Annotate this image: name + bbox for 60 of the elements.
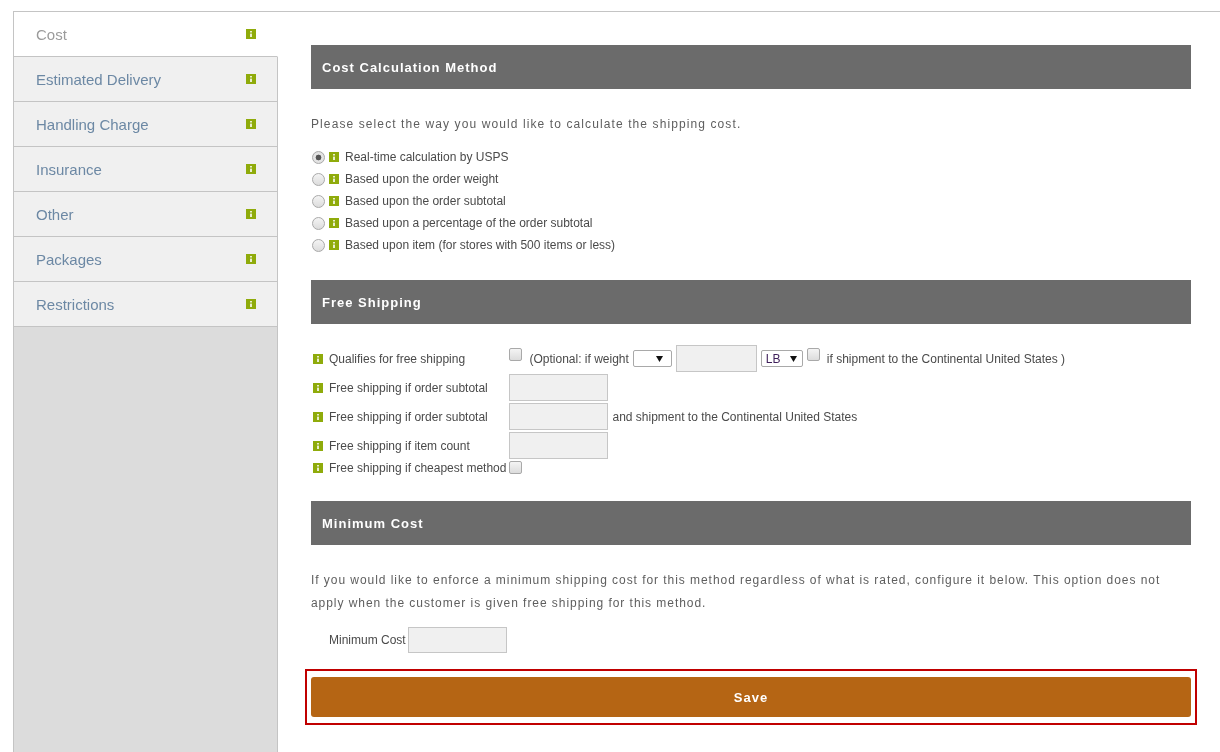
field-label: Minimum Cost bbox=[329, 633, 406, 647]
sidebar-tab[interactable]: Handling Charge bbox=[14, 102, 278, 147]
info-icon[interactable] bbox=[246, 119, 256, 129]
sidebar-tab[interactable]: Estimated Delivery bbox=[14, 57, 278, 102]
checkbox[interactable] bbox=[806, 348, 820, 361]
info-icon[interactable] bbox=[329, 152, 339, 162]
field-label: Free shipping if cheapest method bbox=[329, 461, 507, 475]
info-icon[interactable] bbox=[246, 254, 256, 264]
checkbox[interactable] bbox=[509, 348, 523, 361]
info-icon[interactable] bbox=[246, 29, 256, 39]
info-icon[interactable] bbox=[313, 411, 323, 422]
instruction-text: Please select the way you would like to calculate the shipping cost. bbox=[311, 116, 743, 132]
info-icon[interactable] bbox=[329, 240, 339, 250]
option-label: Real-time calculation by USPS bbox=[345, 150, 509, 164]
text-field[interactable] bbox=[509, 403, 609, 430]
option-label: Based upon the order weight bbox=[345, 172, 499, 186]
option-label: Based upon the order subtotal bbox=[345, 194, 506, 208]
info-icon[interactable] bbox=[313, 463, 323, 473]
radio-button[interactable] bbox=[312, 150, 325, 164]
section-title: Cost Calculation Method bbox=[322, 59, 498, 75]
info-icon[interactable] bbox=[313, 353, 323, 364]
section-title: Free Shipping bbox=[322, 294, 422, 310]
info-icon[interactable] bbox=[329, 196, 339, 206]
text-field[interactable] bbox=[509, 374, 609, 401]
radio-button[interactable] bbox=[312, 238, 325, 252]
field-label: Free shipping if item count bbox=[329, 438, 470, 453]
info-icon[interactable] bbox=[246, 299, 256, 309]
dropdown[interactable] bbox=[632, 350, 672, 367]
info-icon[interactable] bbox=[329, 218, 339, 228]
field-text: (Optional: if weight bbox=[529, 351, 629, 366]
dropdown[interactable]: LB bbox=[760, 350, 803, 367]
sidebar-tab[interactable]: Packages bbox=[14, 237, 278, 282]
info-icon[interactable] bbox=[246, 164, 256, 174]
radio-button[interactable] bbox=[312, 172, 325, 186]
radio-button[interactable] bbox=[312, 194, 325, 208]
field-label: Free shipping if order subtotal bbox=[329, 380, 488, 395]
save-button[interactable]: Save bbox=[311, 677, 1191, 717]
sidebar-tab[interactable]: Insurance bbox=[14, 147, 278, 192]
checkbox[interactable] bbox=[509, 461, 523, 474]
info-icon[interactable] bbox=[329, 174, 339, 184]
sidebar-tab[interactable]: Restrictions bbox=[14, 282, 278, 327]
caret-icon bbox=[789, 355, 797, 362]
info-icon[interactable] bbox=[313, 440, 323, 451]
field-text: if shipment to the Continental United States ) bbox=[826, 351, 1065, 366]
option-label: Based upon item (for stores with 500 items or less) bbox=[345, 238, 616, 252]
sidebar-tab[interactable]: Other bbox=[14, 192, 278, 237]
text-field[interactable] bbox=[509, 432, 609, 459]
text-field[interactable] bbox=[407, 627, 507, 653]
field-label: Free shipping if order subtotal bbox=[329, 409, 488, 424]
text-field[interactable] bbox=[675, 345, 757, 372]
info-icon[interactable] bbox=[246, 209, 256, 219]
section-title: Minimum Cost bbox=[322, 515, 424, 531]
caret-icon bbox=[655, 355, 663, 362]
field-label: Qualifies for free shipping bbox=[329, 351, 466, 366]
option-label: Based upon a percentage of the order subtotal bbox=[345, 216, 593, 230]
radio-button[interactable] bbox=[312, 216, 325, 230]
info-icon[interactable] bbox=[246, 74, 256, 84]
instruction-text: If you would like to enforce a minimum shipping cost for this method regardless of what is rated, configure it below. This option does not apply when the customer is given free shipping for this method. bbox=[311, 572, 1162, 612]
info-icon[interactable] bbox=[313, 382, 323, 393]
field-text: and shipment to the Continental United States bbox=[612, 409, 858, 424]
